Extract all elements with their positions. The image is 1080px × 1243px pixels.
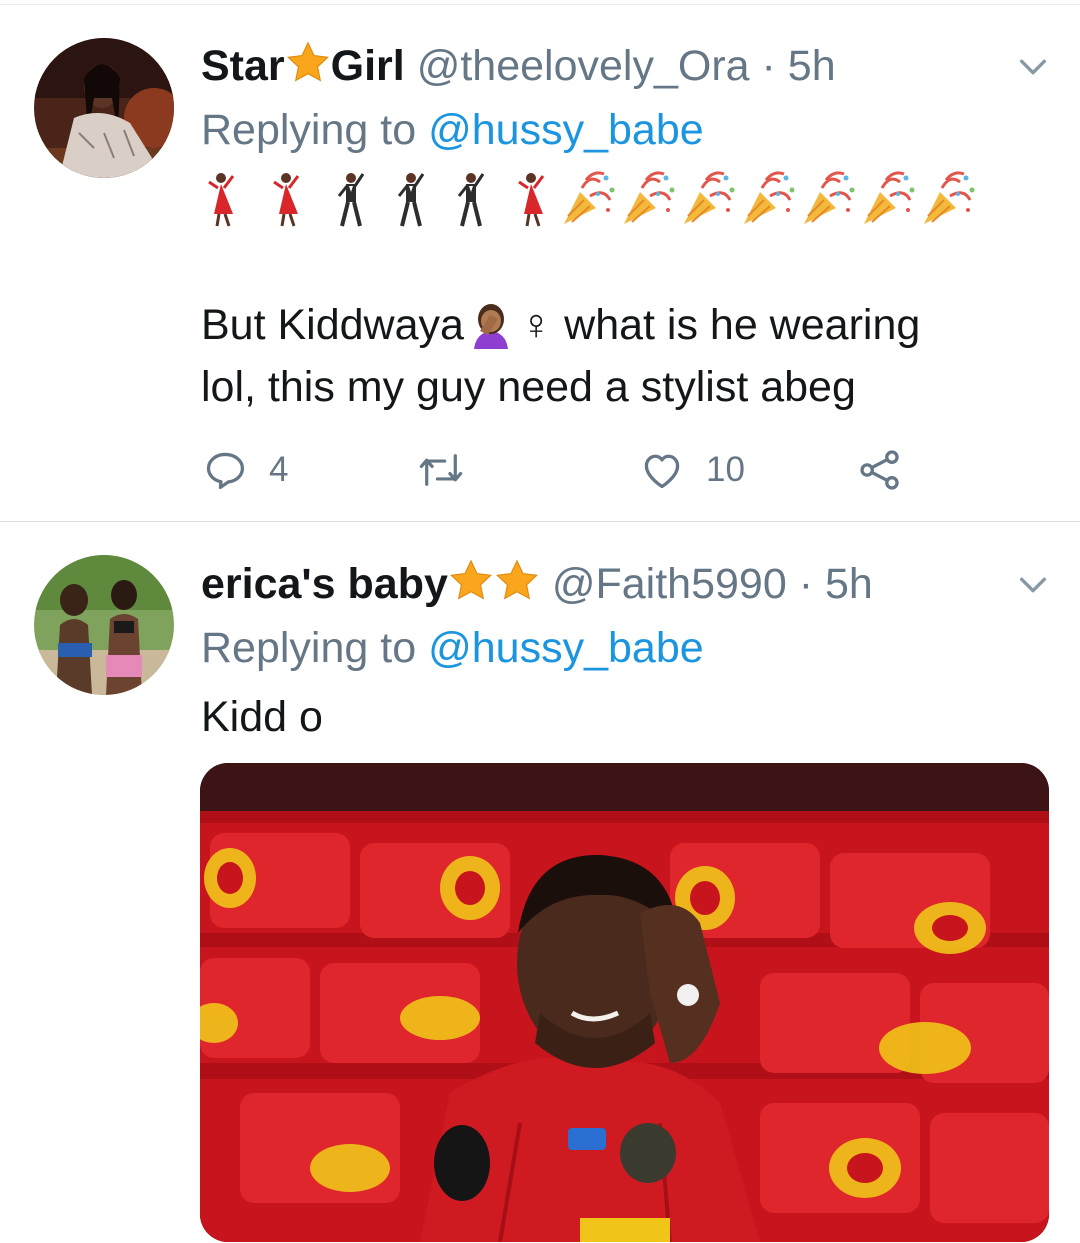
display-name-part[interactable]: Girl (331, 42, 405, 90)
tweet-header: Star Girl @theelovely_Ora · 5h (201, 40, 836, 92)
woman-dancing-icon (272, 171, 300, 228)
avatar[interactable] (34, 555, 174, 695)
woman-facepalming-icon (473, 304, 508, 349)
replying-prefix: Replying to (201, 624, 417, 672)
party-popper-icon (742, 171, 796, 226)
party-popper-icon (802, 171, 856, 226)
tweet[interactable]: Star Girl @theelovely_Ora · 5h Replying t… (0, 0, 1080, 521)
man-dancing-icon (337, 171, 365, 228)
tweet-text-part: ♀ what is he wearing (519, 301, 921, 349)
display-name-part[interactable]: Star (201, 42, 285, 90)
tweet-text: But Kiddwaya ♀ what is he wearing lol, th… (201, 294, 1021, 418)
tweet-media[interactable] (200, 763, 1049, 1242)
party-popper-icon (562, 171, 616, 226)
timestamp[interactable]: 5h (825, 560, 873, 608)
retweet-button[interactable] (416, 448, 466, 492)
heart-icon (644, 454, 680, 489)
replying-user-link[interactable]: @hussy_babe (428, 106, 704, 154)
share-button[interactable] (858, 448, 902, 492)
like-button[interactable]: 10 (640, 448, 745, 492)
like-count: 10 (706, 450, 745, 489)
tweet[interactable]: erica's baby @Faith5990 · 5h Replying to… (0, 522, 1080, 1243)
emoji-row (207, 171, 976, 228)
chevron-down-icon[interactable] (1016, 50, 1050, 84)
separator: · (798, 560, 814, 608)
reply-icon (206, 452, 245, 490)
party-popper-icon (862, 171, 916, 226)
chevron-down-icon[interactable] (1016, 568, 1050, 602)
avatar[interactable] (34, 38, 174, 178)
replying-to: Replying to @hussy_babe (201, 622, 704, 674)
handle[interactable]: @theelovely_Ora (417, 42, 750, 90)
reply-count: 4 (269, 450, 289, 489)
party-popper-icon (922, 171, 976, 226)
retweet-icon (419, 454, 463, 486)
party-popper-icon (622, 171, 676, 226)
tweet-header: erica's baby @Faith5990 · 5h (201, 558, 873, 610)
handle[interactable]: @Faith5990 (552, 560, 787, 608)
tweet-actions: 4 10 (0, 444, 1080, 500)
media-image (200, 763, 1049, 1242)
display-name-part[interactable]: erica's baby (201, 560, 448, 608)
share-icon (860, 450, 899, 490)
woman-dancing-icon (207, 171, 235, 228)
timestamp[interactable]: 5h (788, 42, 836, 90)
display-name[interactable]: Star Girl (201, 41, 405, 90)
separator: · (761, 42, 776, 90)
man-dancing-icon (397, 171, 425, 228)
reply-button[interactable]: 4 (203, 448, 288, 492)
man-dancing-icon (457, 171, 485, 228)
tweet-text-part: lol, this my guy need a stylist abeg (201, 363, 856, 411)
star-icon (495, 559, 538, 600)
star-icon (286, 41, 329, 82)
star-icon (449, 559, 492, 600)
woman-dancing-icon (517, 171, 545, 228)
replying-prefix: Replying to (201, 106, 417, 154)
display-name[interactable]: erica's baby (201, 559, 540, 608)
replying-to: Replying to @hussy_babe (201, 104, 704, 156)
party-popper-icon (682, 171, 736, 226)
tweet-text-part: But Kiddwaya (201, 301, 464, 349)
replying-user-link[interactable]: @hussy_babe (428, 624, 704, 672)
tweet-text: Kidd o (201, 693, 323, 741)
